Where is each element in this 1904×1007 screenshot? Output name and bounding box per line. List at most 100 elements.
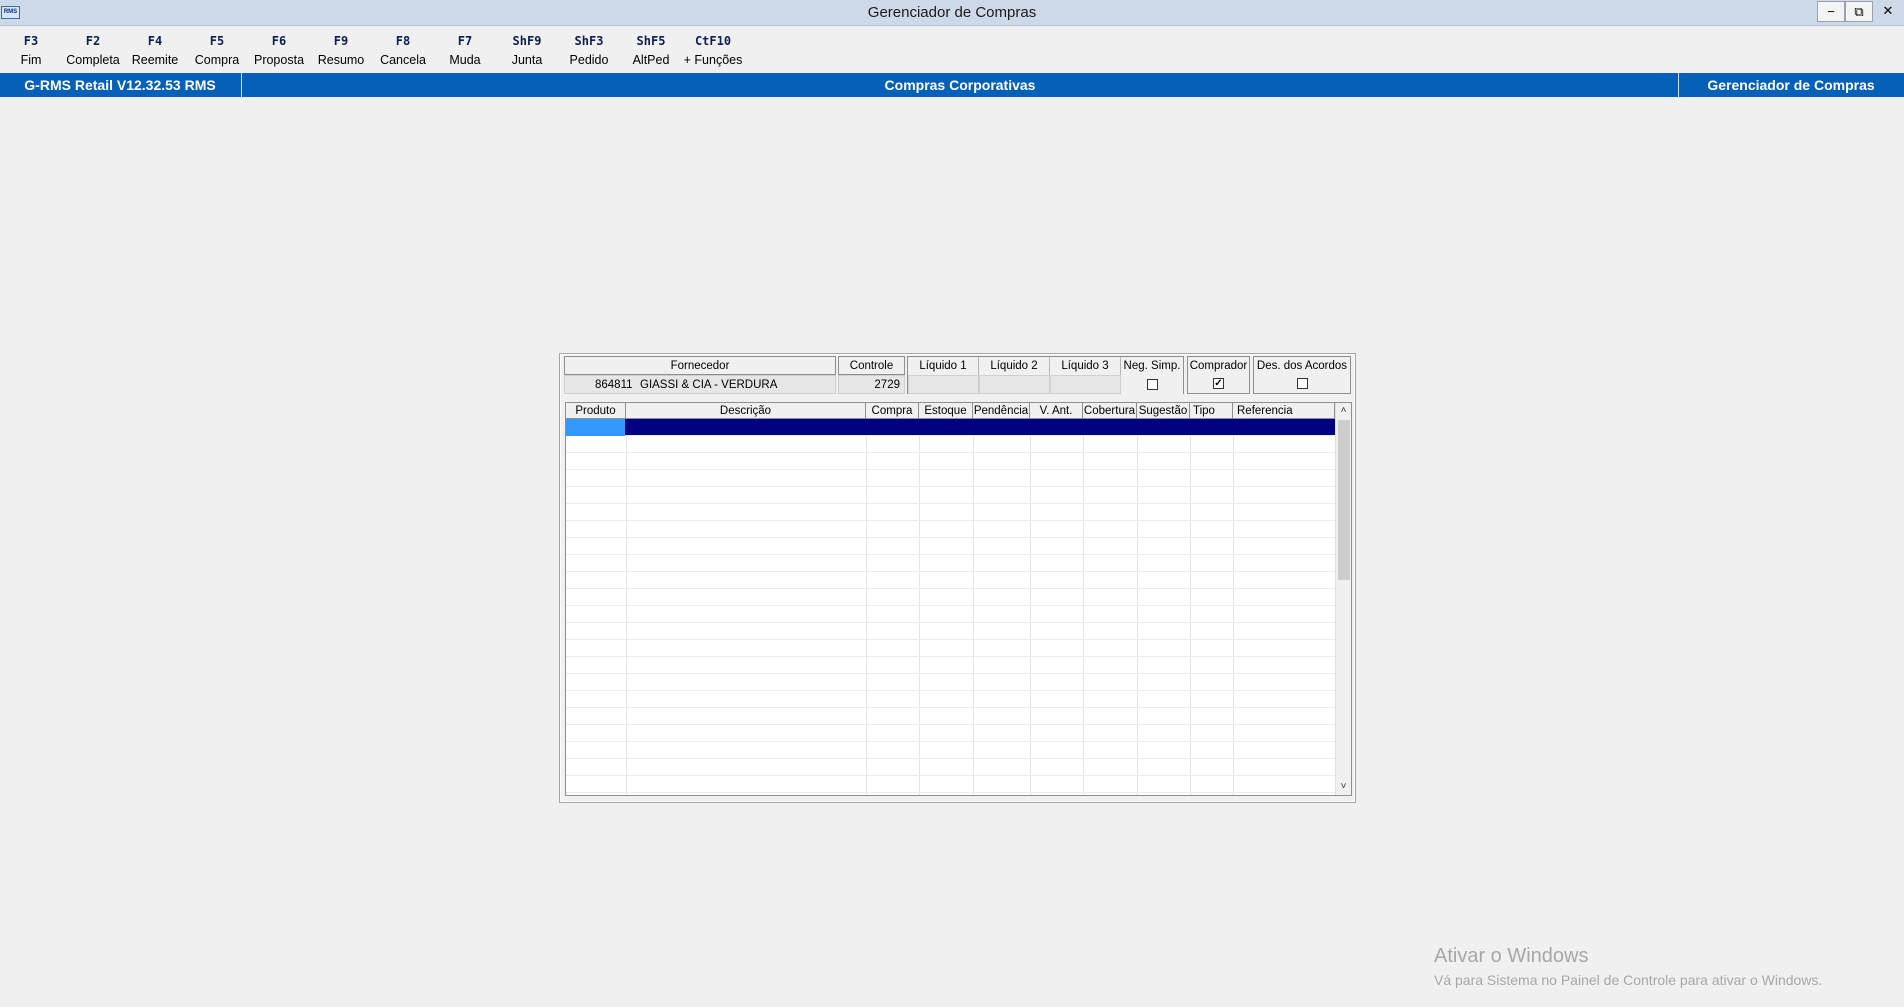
- fkey-label: Proposta: [253, 53, 305, 67]
- table-row[interactable]: [566, 776, 1335, 793]
- liquido1-field[interactable]: [908, 375, 979, 394]
- fkey-code: F2: [85, 34, 101, 48]
- fkey-code: F9: [333, 34, 349, 48]
- selected-cell[interactable]: [566, 419, 625, 436]
- scroll-thumb[interactable]: [1338, 420, 1350, 580]
- scroll-down-icon[interactable]: ˅: [1336, 779, 1351, 795]
- status-bar: G-RMS Retail V12.32.53 RMS Compras Corpo…: [0, 73, 1904, 97]
- close-button[interactable]: ✕: [1874, 1, 1902, 20]
- fkey-code: F5: [209, 34, 225, 48]
- fkey-label: Compra: [194, 53, 240, 67]
- table-row[interactable]: [566, 453, 1335, 470]
- col-header-cobertura[interactable]: Cobertura: [1083, 403, 1137, 419]
- fkey-label: Junta: [511, 53, 543, 67]
- fkey-pedido-button[interactable]: ShF3 Pedido: [558, 32, 620, 70]
- fornecedor-field[interactable]: 864811 GIASSI & CIA - VERDURA: [564, 375, 836, 394]
- scroll-up-icon[interactable]: ˄: [1336, 403, 1351, 419]
- fornecedor-code: 864811: [595, 379, 633, 391]
- fkey-compra-button[interactable]: F5 Compra: [186, 32, 248, 70]
- fkey-label: Resumo: [317, 53, 365, 67]
- fkey-code: F8: [395, 34, 411, 48]
- fkey-completa-button[interactable]: F2 Completa: [62, 32, 124, 70]
- fkey-reemite-button[interactable]: F4 Reemite: [124, 32, 186, 70]
- fkey-muda-button[interactable]: F7 Muda: [434, 32, 496, 70]
- col-header-v-ant[interactable]: V. Ant.: [1030, 403, 1083, 419]
- fkey-code: F3: [23, 34, 39, 48]
- table-row[interactable]: [566, 436, 1335, 453]
- module-label: Compras Corporativas: [241, 73, 1679, 97]
- table-row[interactable]: [566, 504, 1335, 521]
- table-row[interactable]: [566, 674, 1335, 691]
- table-row[interactable]: [566, 623, 1335, 640]
- controle-field[interactable]: 2729: [838, 375, 905, 394]
- fkey-code: F7: [457, 34, 473, 48]
- table-row[interactable]: [566, 606, 1335, 623]
- version-label: G-RMS Retail V12.32.53 RMS: [24, 77, 216, 93]
- table-row[interactable]: [566, 470, 1335, 487]
- fkey-junta-button[interactable]: ShF9 Junta: [496, 32, 558, 70]
- neg-simp-header: Neg. Simp.: [1121, 357, 1183, 376]
- minimize-button[interactable]: −: [1817, 1, 1845, 22]
- vertical-scrollbar[interactable]: ˄ ˅: [1335, 403, 1351, 795]
- fkey-label: Cancela: [380, 53, 426, 67]
- fkey-code: ShF3: [574, 34, 604, 48]
- fkey-resumo-button[interactable]: F9 Resumo: [310, 32, 372, 70]
- table-row[interactable]: [566, 759, 1335, 776]
- fkey-label: Pedido: [569, 53, 609, 67]
- comprador-header: Comprador: [1188, 357, 1249, 376]
- products-grid: Produto Descrição Compra Estoque Pendênc…: [565, 402, 1352, 796]
- controle-header: Controle: [838, 356, 905, 375]
- table-row[interactable]: [566, 487, 1335, 504]
- table-row[interactable]: [566, 742, 1335, 759]
- table-row[interactable]: [566, 589, 1335, 606]
- table-row[interactable]: [566, 725, 1335, 742]
- col-header-tipo[interactable]: Tipo: [1190, 403, 1233, 419]
- liquido3-field[interactable]: [1050, 375, 1121, 394]
- liquido1-header: Líquido 1: [908, 357, 979, 376]
- table-row[interactable]: [566, 657, 1335, 674]
- fkey-label: AltPed: [632, 53, 670, 67]
- table-row[interactable]: [566, 708, 1335, 725]
- liquido3-header: Líquido 3: [1050, 357, 1121, 376]
- restore-button[interactable]: ⧉: [1845, 1, 1873, 22]
- fkey-label: Muda: [449, 53, 481, 67]
- fkey-fim-button[interactable]: F3 Fim: [0, 32, 62, 70]
- fkey-code: CtF10: [694, 34, 732, 48]
- fkey-label: Fim: [20, 53, 42, 67]
- screen-label: Gerenciador de Compras: [1707, 77, 1875, 93]
- table-row-selected[interactable]: [566, 419, 1335, 436]
- fkey-proposta-button[interactable]: F6 Proposta: [248, 32, 310, 70]
- fkey-code: F4: [147, 34, 163, 48]
- fkey-code: ShF5: [636, 34, 666, 48]
- fkey-altped-button[interactable]: ShF5 AltPed: [620, 32, 682, 70]
- col-header-compra[interactable]: Compra: [866, 403, 919, 419]
- fornecedor-name: GIASSI & CIA - VERDURA: [640, 379, 778, 391]
- col-header-referencia[interactable]: Referencia: [1233, 403, 1335, 419]
- col-header-produto[interactable]: Produto: [566, 403, 626, 419]
- table-row[interactable]: [566, 538, 1335, 555]
- des-acordos-checkbox[interactable]: [1297, 378, 1308, 389]
- table-row[interactable]: [566, 572, 1335, 589]
- neg-simp-checkbox[interactable]: [1147, 379, 1158, 390]
- purchase-panel: Fornecedor 864811 GIASSI & CIA - VERDURA…: [559, 353, 1356, 803]
- table-row[interactable]: [566, 555, 1335, 572]
- activation-watermark-subtitle: Vá para Sistema no Painel de Controle pa…: [1434, 972, 1823, 988]
- table-row[interactable]: [566, 640, 1335, 657]
- neg-simp-cell: [1121, 375, 1183, 394]
- fornecedor-header: Fornecedor: [564, 356, 836, 375]
- fkey-code: ShF9: [512, 34, 542, 48]
- liquido2-field[interactable]: [979, 375, 1050, 394]
- col-header-pendencia[interactable]: Pendência: [973, 403, 1030, 419]
- table-row[interactable]: [566, 691, 1335, 708]
- table-row[interactable]: [566, 521, 1335, 538]
- fkey-label: Reemite: [131, 53, 179, 67]
- activation-watermark-title: Ativar o Windows: [1434, 945, 1589, 967]
- fkey-cancela-button[interactable]: F8 Cancela: [372, 32, 434, 70]
- col-header-sugestao[interactable]: Sugestão: [1137, 403, 1190, 419]
- col-header-descricao[interactable]: Descrição: [626, 403, 866, 419]
- window-title: Gerenciador de Compras: [867, 4, 1037, 21]
- fkey-mais-funcoes-button[interactable]: CtF10 + Funções: [682, 32, 744, 70]
- comprador-checkbox[interactable]: ✓: [1213, 378, 1224, 389]
- fkey-code: F6: [271, 34, 287, 48]
- col-header-estoque[interactable]: Estoque: [919, 403, 973, 419]
